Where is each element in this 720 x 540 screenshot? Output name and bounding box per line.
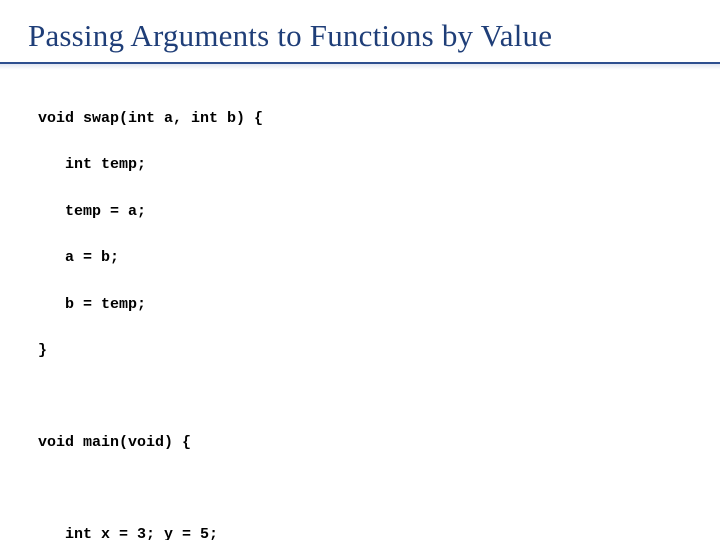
slide: Passing Arguments to Functions by Value … <box>0 0 720 540</box>
rule-gradient <box>0 64 720 70</box>
code-line: void swap(int a, int b) { <box>38 107 692 130</box>
code-line: a = b; <box>38 246 692 269</box>
code-line: b = temp; <box>38 293 692 316</box>
blank-line <box>38 478 692 500</box>
code-line: int x = 3; y = 5; <box>38 523 692 540</box>
code-line: void main(void) { <box>38 431 692 454</box>
code-block: void swap(int a, int b) { int temp; temp… <box>38 84 692 540</box>
blank-line <box>38 386 692 408</box>
code-line: temp = a; <box>38 200 692 223</box>
code-line: } <box>38 339 692 362</box>
title-rule <box>28 60 692 70</box>
code-line: int temp; <box>38 153 692 176</box>
slide-title: Passing Arguments to Functions by Value <box>28 18 692 54</box>
